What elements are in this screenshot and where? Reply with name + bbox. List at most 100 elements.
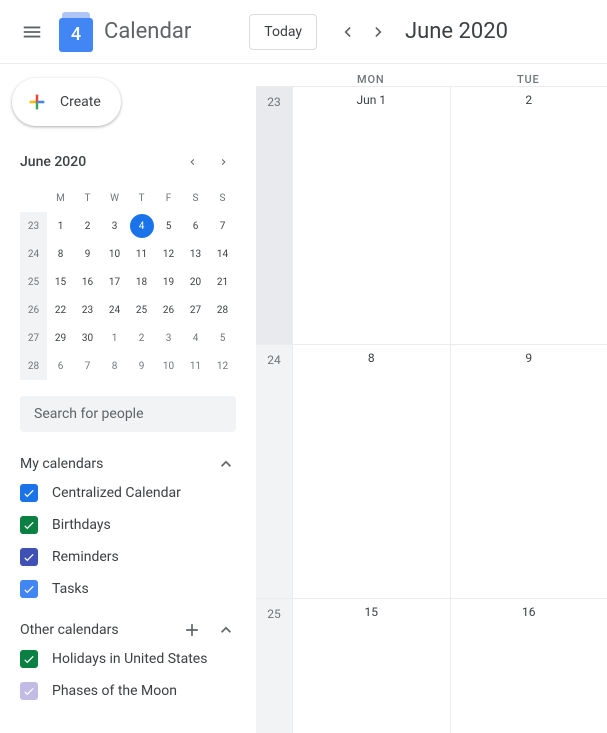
mini-next-button[interactable] (212, 150, 236, 174)
mini-day[interactable]: 29 (47, 324, 74, 352)
mini-day[interactable]: 12 (209, 352, 236, 380)
calendar-checkbox[interactable] (20, 682, 38, 700)
mini-day[interactable]: 9 (74, 240, 101, 268)
mini-day[interactable]: 16 (74, 268, 101, 296)
next-period-button[interactable] (363, 16, 395, 48)
mini-day[interactable]: 18 (128, 268, 155, 296)
search-people-input[interactable] (20, 396, 236, 432)
mini-week-number: 23 (20, 212, 47, 240)
create-button[interactable]: Create (12, 78, 121, 126)
people-search (20, 396, 236, 432)
mini-calendar-title: June 2020 (20, 154, 86, 170)
mini-day[interactable]: 17 (101, 268, 128, 296)
mini-day[interactable]: 28 (209, 296, 236, 324)
calendar-checkbox[interactable] (20, 484, 38, 502)
grid-day-number: 9 (451, 351, 607, 365)
grid-dow-row: MONTUE (256, 64, 607, 86)
mini-dow: S (209, 184, 236, 212)
calendar-item[interactable]: Birthdays (20, 516, 236, 534)
mini-day[interactable]: 8 (47, 240, 74, 268)
grid-day-cell[interactable]: 9 (450, 345, 607, 598)
grid-day-number: 15 (293, 605, 450, 619)
mini-week-header (20, 184, 47, 212)
mini-day[interactable]: 20 (182, 268, 209, 296)
mini-day[interactable]: 1 (47, 212, 74, 240)
mini-day[interactable]: 10 (155, 352, 182, 380)
mini-day[interactable]: 1 (101, 324, 128, 352)
other-calendars-toggle[interactable]: Other calendars (20, 620, 236, 640)
mini-day[interactable]: 5 (209, 324, 236, 352)
mini-day[interactable]: 27 (182, 296, 209, 324)
mini-day[interactable]: 14 (209, 240, 236, 268)
mini-dow: W (101, 184, 128, 212)
other-calendars-title: Other calendars (20, 622, 119, 638)
chevron-right-icon (369, 22, 389, 42)
mini-day[interactable]: 25 (128, 296, 155, 324)
mini-day[interactable]: 6 (182, 212, 209, 240)
calendar-item[interactable]: Holidays in United States (20, 650, 236, 668)
mini-day[interactable]: 4 (182, 324, 209, 352)
chevron-right-icon (218, 153, 230, 171)
chevron-left-icon (337, 22, 357, 42)
app-logo[interactable]: 4 Calendar (56, 12, 191, 52)
calendar-label: Centralized Calendar (52, 485, 181, 501)
mini-day[interactable]: 6 (47, 352, 74, 380)
mini-day[interactable]: 10 (101, 240, 128, 268)
mini-dow: M (47, 184, 74, 212)
mini-day[interactable]: 7 (209, 212, 236, 240)
mini-day[interactable]: 19 (155, 268, 182, 296)
mini-day[interactable]: 8 (101, 352, 128, 380)
mini-prev-button[interactable] (180, 150, 204, 174)
calendar-item[interactable]: Phases of the Moon (20, 682, 236, 700)
mini-day[interactable]: 3 (101, 212, 128, 240)
calendar-item[interactable]: Centralized Calendar (20, 484, 236, 502)
today-button[interactable]: Today (249, 14, 317, 50)
main-menu-button[interactable] (12, 12, 52, 52)
plus-icon[interactable] (182, 620, 202, 640)
calendar-checkbox[interactable] (20, 516, 38, 534)
mini-day[interactable]: 30 (74, 324, 101, 352)
mini-dow: F (155, 184, 182, 212)
mini-day[interactable]: 21 (209, 268, 236, 296)
mini-day[interactable]: 22 (47, 296, 74, 324)
mini-day[interactable]: 9 (128, 352, 155, 380)
mini-day[interactable]: 12 (155, 240, 182, 268)
period-nav (331, 16, 395, 48)
mini-day[interactable]: 7 (74, 352, 101, 380)
calendar-checkbox[interactable] (20, 580, 38, 598)
mini-day[interactable]: 11 (182, 352, 209, 380)
mini-week-number: 24 (20, 240, 47, 268)
other-calendars-list: Holidays in United States Phases of the M… (20, 650, 236, 700)
mini-day[interactable]: 26 (155, 296, 182, 324)
grid-day-cell[interactable]: 8 (292, 345, 450, 598)
calendar-item[interactable]: Tasks (20, 580, 236, 598)
calendar-label: Birthdays (52, 517, 111, 533)
mini-day[interactable]: 11 (128, 240, 155, 268)
mini-day[interactable]: 15 (47, 268, 74, 296)
mini-day[interactable]: 2 (74, 212, 101, 240)
header: 4 Calendar Today June 2020 (0, 0, 607, 64)
mini-calendar-grid: MTWTFSS231234567248910111213142515161718… (20, 184, 236, 380)
mini-day[interactable]: 24 (101, 296, 128, 324)
calendar-checkbox[interactable] (20, 650, 38, 668)
mini-day[interactable]: 2 (128, 324, 155, 352)
mini-day[interactable]: 4 (128, 212, 155, 240)
mini-week-number: 27 (20, 324, 47, 352)
mini-day[interactable]: 23 (74, 296, 101, 324)
grid-day-cell[interactable]: 16 (450, 599, 607, 733)
period-title: June 2020 (405, 19, 508, 44)
grid-day-cell[interactable]: 15 (292, 599, 450, 733)
grid-day-cell[interactable]: Jun 1 (292, 87, 450, 344)
calendar-checkbox[interactable] (20, 548, 38, 566)
my-calendars-toggle[interactable]: My calendars (20, 454, 236, 474)
calendar-item[interactable]: Reminders (20, 548, 236, 566)
app-name: Calendar (104, 19, 191, 44)
grid-day-number: 16 (451, 605, 607, 619)
mini-day[interactable]: 3 (155, 324, 182, 352)
chevron-up-icon (216, 454, 236, 474)
grid-day-cell[interactable]: 2 (450, 87, 607, 344)
mini-day[interactable]: 13 (182, 240, 209, 268)
grid-week-number: 25 (256, 599, 292, 733)
prev-period-button[interactable] (331, 16, 363, 48)
mini-day[interactable]: 5 (155, 212, 182, 240)
